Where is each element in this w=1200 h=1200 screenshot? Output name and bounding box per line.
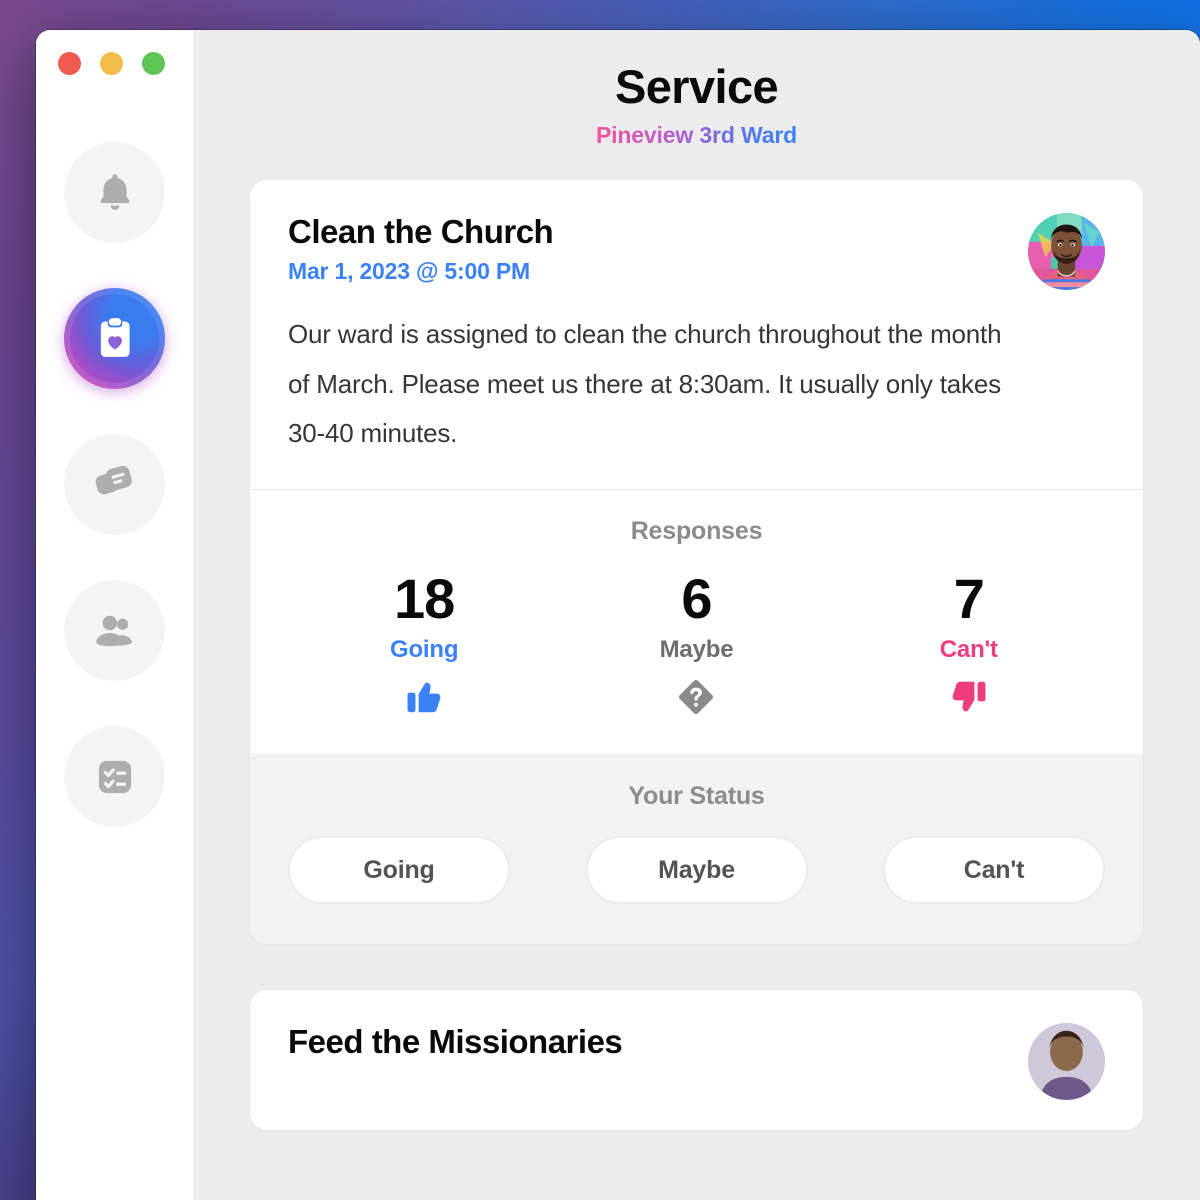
avatar[interactable]	[1028, 1023, 1105, 1101]
maybe-label: Maybe	[659, 636, 734, 664]
page-header: Service Pineview 3rd Ward	[193, 30, 1200, 149]
sidebar	[36, 30, 193, 1200]
status-button-cant[interactable]: Can't	[883, 836, 1105, 905]
responses-grid: 18 Going 6 Maybe 7 Can't	[288, 566, 1105, 718]
event-card: Clean the Church Mar 1, 2023 @ 5:00 PM O…	[250, 180, 1143, 945]
event-card-body: Clean the Church Mar 1, 2023 @ 5:00 PM O…	[250, 180, 1143, 488]
responses-label: Responses	[630, 516, 763, 545]
thumbs-down-icon	[833, 677, 1105, 717]
avatar[interactable]	[1028, 213, 1105, 291]
sidebar-nav	[64, 142, 165, 827]
event-card-body: Feed the Missionaries	[250, 990, 1143, 1130]
cant-label: Can't	[939, 636, 998, 664]
status-button-going[interactable]: Going	[288, 836, 510, 905]
event-card-header: Clean the Church Mar 1, 2023 @ 5:00 PM	[288, 213, 1105, 291]
event-date: Mar 1, 2023 @ 5:00 PM	[288, 258, 530, 285]
status-options: Going Maybe Can't	[288, 836, 1105, 905]
event-description: Our ward is assigned to clean the church…	[288, 319, 1002, 449]
people-icon	[91, 607, 139, 655]
avatar-photo	[1028, 213, 1105, 291]
sidebar-item-members[interactable]	[64, 580, 165, 681]
your-status-label: Your Status	[628, 782, 765, 811]
your-status-section: Your Status Going Maybe Can't	[250, 753, 1143, 945]
question-diamond-icon	[560, 677, 832, 717]
clipboard-heart-icon	[90, 314, 140, 364]
response-stat-cant: 7 Can't	[833, 566, 1105, 718]
chat-bubbles-icon	[92, 462, 138, 508]
avatar-photo	[1028, 1023, 1105, 1101]
event-title: Clean the Church	[288, 213, 554, 251]
responses-section: Responses 18 Going 6 Maybe 7 Can't	[250, 490, 1143, 754]
cards-scroll-area[interactable]: Clean the Church Mar 1, 2023 @ 5:00 PM O…	[193, 149, 1200, 1200]
app-window: Service Pineview 3rd Ward Clean the Chur…	[36, 30, 1200, 1200]
ward-subtitle: Pineview 3rd Ward	[595, 122, 798, 149]
cant-count: 7	[953, 566, 985, 630]
maybe-count: 6	[681, 566, 712, 630]
event-title: Feed the Missionaries	[288, 1023, 623, 1061]
page-title: Service	[614, 60, 779, 113]
response-stat-going: 18 Going	[288, 566, 560, 718]
sidebar-item-service[interactable]	[64, 288, 165, 389]
sidebar-item-notifications[interactable]	[64, 142, 165, 243]
event-card-header: Feed the Missionaries	[288, 1023, 1105, 1101]
thumbs-up-icon	[288, 677, 560, 717]
event-card: Feed the Missionaries	[250, 990, 1143, 1131]
maximize-button[interactable]	[142, 51, 165, 75]
response-stat-maybe: 6 Maybe	[560, 566, 832, 718]
bell-icon	[92, 170, 138, 216]
main-content: Service Pineview 3rd Ward Clean the Chur…	[193, 30, 1200, 1200]
window-traffic-lights	[36, 30, 193, 96]
close-button[interactable]	[58, 51, 81, 75]
going-label: Going	[390, 636, 459, 664]
sidebar-item-tasks[interactable]	[64, 726, 165, 827]
minimize-button[interactable]	[100, 51, 123, 75]
checklist-icon	[92, 754, 138, 800]
sidebar-item-messages[interactable]	[64, 434, 165, 535]
going-count: 18	[394, 566, 455, 630]
status-button-maybe[interactable]: Maybe	[585, 836, 808, 905]
